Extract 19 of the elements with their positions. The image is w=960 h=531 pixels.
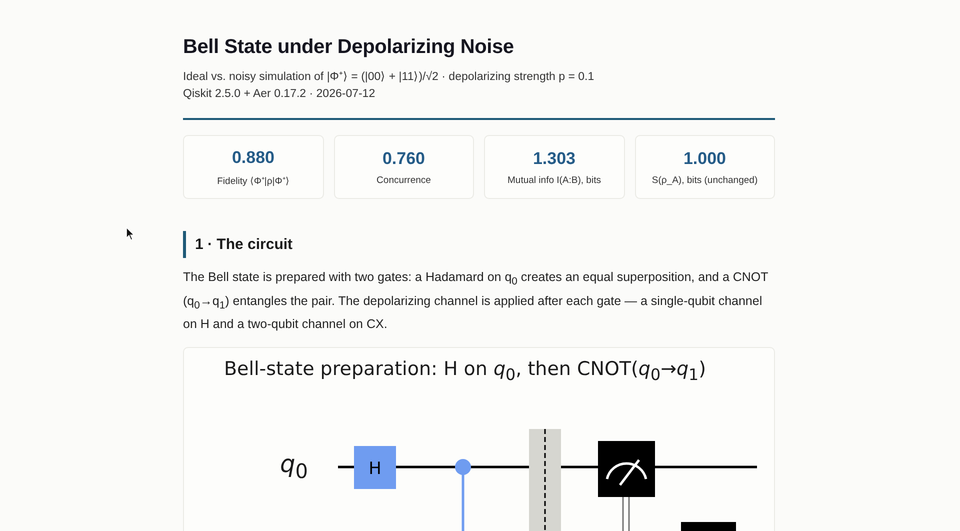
page-title: Bell State under Depolarizing Noise: [183, 36, 515, 59]
metric-label: Mutual info I(A:B), bits: [508, 174, 601, 186]
section-heading: 1 · The circuit: [183, 231, 775, 258]
meta-line: Qiskit 2.5.0 + Aer 0.17.2 · 2026-07-12: [183, 87, 376, 102]
metric-label: S(ρ_A), bits (unchanged): [652, 174, 758, 186]
cursor-icon: [126, 227, 135, 241]
gate-block: [681, 522, 736, 531]
figure-title: Bell-state preparation: H on q$_{0}$, then CNOT(q$_{0}$→q$_{1}$): [223, 357, 708, 384]
hadamard-gate: [354, 446, 396, 489]
gate-label: H: [368, 458, 382, 479]
wire-label: q$_{0}$: [280, 450, 309, 483]
subtitle: Ideal vs. noisy simulation of |Φ⁺⟩ = (|00⟩ + |11⟩)/√2 · depolarizing strength p = 0.1: [183, 70, 596, 85]
metric-value: 0.760: [382, 148, 426, 168]
metric-value: 1.303: [532, 148, 576, 168]
metric-value: 0.880: [232, 148, 275, 168]
metric-label: Fidelity ⟨Φ⁺|ρ|Φ⁺⟩: [217, 174, 290, 186]
paragraph: The Bell state is prepared with two gates: a Hadamard on q$_{0}$ creates an equal superposition, and a CNOT (q$_{0}$→q$_{1}$) entangles the pair. The depolarizing channel is applied after each gate — a single-qubit channel on H and a two-qubit channel on CX.: [183, 269, 770, 333]
metric-label: Concurrence: [376, 174, 431, 186]
metric-value: 1.000: [683, 148, 726, 168]
